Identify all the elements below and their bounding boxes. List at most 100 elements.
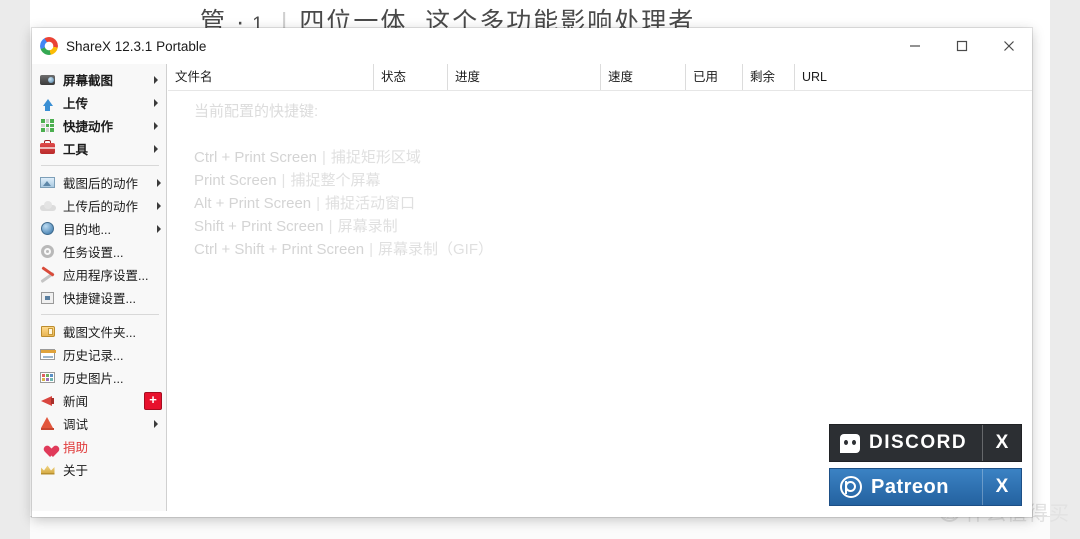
- cloud-icon: [39, 198, 56, 214]
- sidebar-item-3-group-1[interactable]: 快捷动作: [32, 114, 166, 137]
- close-icon[interactable]: [985, 28, 1032, 64]
- sidebar-item-label: 历史记录...: [63, 349, 124, 363]
- discord-banner-link[interactable]: DISCORD: [830, 432, 982, 454]
- hotkey-hint-block: 当前配置的快捷键: Ctrl + Print Screen | 捕捉矩形区域 Prin…: [194, 100, 493, 261]
- sidebar-item-label: 快捷键设置...: [63, 292, 136, 306]
- patreon-banner-close-button[interactable]: X: [982, 469, 1021, 505]
- submenu-arrow-icon: [154, 121, 158, 130]
- patreon-banner[interactable]: Patreon X: [829, 468, 1022, 506]
- sidebar-item-7-group-3[interactable]: 关于: [32, 458, 166, 481]
- patreon-banner-label: Patreon: [871, 475, 949, 498]
- hotkey-row-1: Ctrl + Print Screen | 捕捉矩形区域: [194, 146, 493, 169]
- hotkey-combo: Alt + Print Screen: [194, 195, 312, 212]
- crown-icon: [39, 462, 56, 478]
- main-menu-sidebar: 屏幕截图上传快捷动作工具截图后的动作 上传后的动作目的地... 任务设置... 应用程…: [32, 64, 167, 511]
- submenu-arrow-icon: [154, 144, 158, 153]
- sidebar-item-2-group-2[interactable]: 上传后的动作: [32, 194, 166, 217]
- news-badge: +: [144, 391, 162, 410]
- hotkey-separator: |: [281, 172, 286, 189]
- column-header-2[interactable]: 状态: [373, 64, 447, 90]
- sidebar-item-1-group-2[interactable]: 截图后的动作: [32, 171, 166, 194]
- gear-icon: [39, 244, 56, 260]
- sidebar-item-3-group-2[interactable]: 目的地...: [32, 217, 166, 240]
- sidebar-item-label: 工具: [63, 143, 89, 157]
- discord-banner[interactable]: DISCORD X: [829, 424, 1022, 462]
- menu-separator: [41, 165, 159, 166]
- submenu-arrow-icon: [157, 224, 161, 233]
- discord-icon: [840, 433, 860, 453]
- sidebar-item-label: 屏幕截图: [63, 74, 114, 88]
- window-titlebar[interactable]: ShareX 12.3.1 Portable: [32, 28, 1032, 64]
- grid-icon: [39, 118, 56, 134]
- sidebar-item-label: 任务设置...: [63, 246, 124, 260]
- maximize-icon[interactable]: [938, 28, 985, 64]
- hotkey-description: 捕捉矩形区域: [330, 149, 421, 166]
- hotkey-rows: Ctrl + Print Screen | 捕捉矩形区域 Print Screen | 捕…: [194, 146, 493, 261]
- hotkey-row-3: Alt + Print Screen | 捕捉活动窗口: [194, 192, 493, 215]
- menu-separator: [41, 314, 159, 315]
- sidebar-item-label: 上传后的动作: [63, 200, 139, 214]
- submenu-arrow-icon: [154, 419, 158, 428]
- hotkey-row-2: Print Screen | 捕捉整个屏幕: [194, 169, 493, 192]
- sidebar-item-2-group-1[interactable]: 上传: [32, 91, 166, 114]
- sidebar-item-label: 调试: [63, 418, 89, 432]
- sidebar-item-6-group-3[interactable]: 捐助: [32, 435, 166, 458]
- traffic-cone-icon: [39, 416, 56, 432]
- hotkey-combo: Ctrl + Shift + Print Screen: [194, 241, 365, 258]
- column-header-5[interactable]: 已用: [685, 64, 742, 90]
- sidebar-item-4-group-2[interactable]: 任务设置...: [32, 240, 166, 263]
- sidebar-item-1-group-3[interactable]: 截图文件夹...: [32, 320, 166, 343]
- globe-icon: [39, 221, 56, 237]
- hotkey-hint-title: 当前配置的快捷键:: [194, 103, 319, 120]
- sidebar-item-label: 捐助: [63, 441, 89, 455]
- sidebar-item-4-group-1[interactable]: 工具: [32, 137, 166, 160]
- screen-root: 管 ·1|四位一体 这个多功能影响处理者 值 什么值得买 ShareX 12.3…: [0, 0, 1080, 539]
- sidebar-item-label: 新闻: [63, 395, 89, 409]
- sidebar-item-2-group-3[interactable]: 历史记录...: [32, 343, 166, 366]
- column-header-4[interactable]: 速度: [600, 64, 685, 90]
- hotkey-row-5: Ctrl + Shift + Print Screen | 屏幕录制（GIF）: [194, 238, 493, 261]
- sidebar-item-3-group-3[interactable]: 历史图片...: [32, 366, 166, 389]
- heart-icon: [39, 439, 56, 455]
- sidebar-item-label: 应用程序设置...: [63, 269, 149, 283]
- column-header-6[interactable]: 剩余: [742, 64, 794, 90]
- column-header-1[interactable]: 文件名: [168, 64, 373, 90]
- hotkey-separator: |: [369, 241, 373, 258]
- column-header-3[interactable]: 进度: [447, 64, 600, 90]
- gallery-icon: [39, 370, 56, 386]
- column-header-7[interactable]: URL: [794, 64, 894, 90]
- hotkey-separator: |: [328, 218, 333, 235]
- task-list-header: 文件名 状态 进度 速度 已用 剩余 URL: [168, 64, 1032, 91]
- patreon-icon: [840, 476, 862, 498]
- sidebar-item-1-group-1[interactable]: 屏幕截图: [32, 68, 166, 91]
- history-icon: [39, 347, 56, 363]
- submenu-arrow-icon: [154, 75, 158, 84]
- window-controls: [891, 28, 1032, 64]
- minimize-icon[interactable]: [891, 28, 938, 64]
- submenu-arrow-icon: [154, 98, 158, 107]
- keyboard-icon: [39, 290, 56, 306]
- hotkey-combo: Ctrl + Print Screen: [194, 149, 317, 166]
- hotkey-combo: Print Screen: [194, 172, 277, 189]
- task-list-pane: 文件名 状态 进度 速度 已用 剩余 URL 当前配置的快捷键: Ctrl + Print …: [168, 64, 1032, 517]
- hotkey-description: 捕捉活动窗口: [325, 195, 416, 212]
- sharex-logo-icon: [40, 37, 58, 55]
- megaphone-icon: [39, 393, 56, 409]
- sidebar-item-label: 关于: [63, 464, 89, 478]
- sidebar-item-label: 快捷动作: [63, 120, 114, 134]
- sidebar-item-label: 上传: [63, 97, 89, 111]
- sidebar-item-5-group-2[interactable]: 应用程序设置...: [32, 263, 166, 286]
- image-icon: [39, 175, 56, 191]
- patreon-banner-link[interactable]: Patreon: [830, 476, 982, 499]
- sidebar-item-6-group-2[interactable]: 快捷键设置...: [32, 286, 166, 309]
- discord-banner-close-button[interactable]: X: [982, 425, 1021, 461]
- sidebar-item-label: 截图后的动作: [63, 177, 139, 191]
- sidebar-item-5-group-3[interactable]: 调试: [32, 412, 166, 435]
- hotkey-description: 屏幕录制: [337, 218, 398, 235]
- hotkey-row-4: Shift + Print Screen | 屏幕录制: [194, 215, 493, 238]
- discord-banner-label: DISCORD: [869, 432, 968, 453]
- toolbox-icon: [39, 140, 56, 157]
- sidebar-item-4-group-3[interactable]: 新闻 +: [32, 389, 166, 412]
- hotkey-description: 屏幕录制（GIF）: [377, 241, 493, 258]
- upload-arrow-icon: [39, 95, 56, 111]
